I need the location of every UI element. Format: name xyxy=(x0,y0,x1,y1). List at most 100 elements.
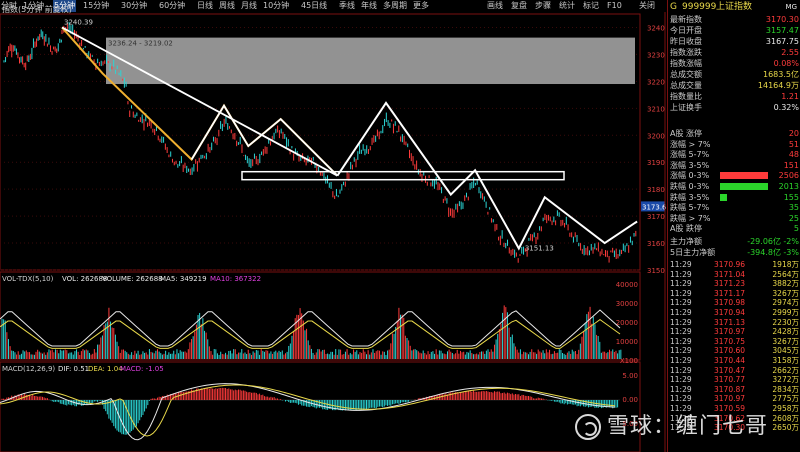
volume-tick-label: 20000 xyxy=(616,319,638,327)
macd-tick-label: 5.00 xyxy=(622,372,638,380)
tick-price: 3170.94 xyxy=(714,308,746,317)
price-tick-label: 3220 xyxy=(647,78,665,86)
volume-tick-label: 30000 xyxy=(616,300,638,308)
price-tick-label: 3210 xyxy=(647,105,665,113)
tick-row: 11:29 3171.17 3267万 xyxy=(670,289,799,299)
flow-value: -29.06亿 xyxy=(747,237,781,246)
breadth-bar xyxy=(720,193,727,201)
stat-label: 今日开盘 xyxy=(670,26,702,35)
security-code: 999999 xyxy=(682,2,717,12)
support-box xyxy=(241,170,565,181)
breadth-value: 48 xyxy=(788,150,799,160)
tick-volume: 3272万 xyxy=(772,375,799,385)
tick-price: 3171.23 xyxy=(714,279,746,289)
macd-indicator-name: MACD(12,26,9) xyxy=(2,365,55,373)
tick-volume: 2974万 xyxy=(772,298,799,308)
stat-row: 昨日收盘 3167.75 xyxy=(670,36,799,47)
title-prefix: G xyxy=(670,2,677,12)
tick-volume: 3882万 xyxy=(772,279,799,289)
chart-title: 指数(5分钟 前复权) xyxy=(2,4,72,14)
stat-label: 最新指数 xyxy=(670,15,702,24)
tick-price: 3170.75 xyxy=(714,336,746,346)
tick-row: 11:29 3170.75 3267万 xyxy=(670,337,799,347)
tick-row: 11:29 3170.96 1918万 xyxy=(670,260,799,270)
stat-label: 指数涨跌 xyxy=(670,48,702,57)
macd-dea-value: DEA: 1.04 xyxy=(88,365,123,373)
breadth-row: A股 涨停 20 xyxy=(670,128,799,139)
tick-time: 11:29 xyxy=(670,317,692,327)
capital-flow-row: 5日主力净额 -394.8亿 -3% xyxy=(670,247,799,258)
stat-row: 上证换手 0.32% xyxy=(670,102,799,113)
breadth-label: 涨幅 5-7% xyxy=(670,150,710,160)
tick-volume: 2608万 xyxy=(772,413,799,423)
volume-value: VOLUME: 262688 xyxy=(102,275,163,283)
price-tick-label: 3170 xyxy=(647,213,665,221)
breadth-row: 跌幅 > 7% 25 xyxy=(670,213,799,224)
macd-value: MACD: -1.05 xyxy=(120,365,164,373)
tick-volume: 1918万 xyxy=(772,260,799,269)
volume-tick-label: 10000 xyxy=(616,338,638,346)
price-tick-label: 3240 xyxy=(647,24,665,32)
breadth-value: 51 xyxy=(788,139,799,149)
stat-row: 指数涨幅 0.08% xyxy=(670,58,799,69)
tick-price: 3170.44 xyxy=(714,356,746,365)
tick-row: 11:29 3170.97 2775万 xyxy=(670,394,799,404)
volume-tick-label: X100 xyxy=(620,357,638,365)
tick-price: 3170.97 xyxy=(714,327,746,337)
breadth-row: 跌幅 3-5% 155 xyxy=(670,192,799,203)
price-tick-label: 3200 xyxy=(647,132,665,140)
watermark-text: 雪球：缠门七哥 xyxy=(607,414,769,439)
price-tick-label: 3160 xyxy=(647,240,665,248)
stat-row: 最新指数 3170.30 xyxy=(670,14,799,25)
volume-panel-frame xyxy=(0,271,641,361)
tick-row: 11:29 3170.98 2974万 xyxy=(670,298,799,308)
breadth-value: 35 xyxy=(788,203,799,213)
quote-panel: G 999999 上证指数 MG 最新指数 3170.30 今日开盘 3157.4… xyxy=(667,0,800,452)
tick-time: 11:29 xyxy=(670,279,692,289)
stat-value: 3157.47 xyxy=(765,26,799,35)
tick-volume: 2564万 xyxy=(772,269,799,279)
stat-value: 3167.75 xyxy=(765,37,799,46)
tick-time: 11:29 xyxy=(670,298,692,308)
tick-time: 11:29 xyxy=(670,365,692,375)
breadth-value: 155 xyxy=(783,192,799,202)
tick-time: 11:29 xyxy=(670,269,692,279)
snowball-logo-icon xyxy=(575,414,601,440)
chart-area[interactable]: 3240 3230 3220 3210 3200 3190 3180 3170 3160 3150… xyxy=(0,0,667,452)
current-price-tag: 3173.6 xyxy=(642,203,667,211)
breadth-label: 涨幅 > 7% xyxy=(670,139,711,149)
stat-row: 总成交量 14164.9万 xyxy=(670,80,799,91)
breadth-row: 跌幅 5-7% 35 xyxy=(670,202,799,213)
tick-time: 11:29 xyxy=(670,336,692,346)
breadth-label: 跌幅 3-5% xyxy=(670,192,710,202)
tick-time: 11:29 xyxy=(670,375,692,385)
flow-label: 主力净额 xyxy=(670,237,702,246)
tick-volume: 2999万 xyxy=(772,308,799,317)
security-name: 上证指数 xyxy=(716,2,753,12)
volume-indicator-name: VOL-TDX(5,10) xyxy=(2,275,54,283)
tick-row: 11:29 3171.13 2230万 xyxy=(670,318,799,328)
high-price-label: 3240.39 xyxy=(64,18,93,26)
breadth-value: 20 xyxy=(788,129,799,138)
tick-row: 11:29 3170.87 2834万 xyxy=(670,385,799,395)
macd-dif-line xyxy=(0,383,616,441)
tick-row: 11:29 3170.77 3272万 xyxy=(670,375,799,385)
tick-volume: 3158万 xyxy=(772,356,799,365)
tick-price: 3170.60 xyxy=(714,346,746,356)
tick-row: 11:29 3170.97 2428万 xyxy=(670,327,799,337)
breadth-label: 跌幅 0-3% xyxy=(670,182,710,191)
tick-time: 11:29 xyxy=(670,260,692,269)
tick-volume: 2230万 xyxy=(772,317,799,327)
tick-volume: 3267万 xyxy=(772,336,799,346)
tick-time: 11:29 xyxy=(670,384,692,394)
tick-volume: 2775万 xyxy=(772,394,799,404)
price-tick-label: 3180 xyxy=(647,186,665,194)
breadth-bar xyxy=(720,183,768,190)
stat-row: 指数量比 1.21 xyxy=(670,91,799,102)
stat-value: 0.08% xyxy=(773,59,799,68)
vol-value: VOL: 262688 xyxy=(62,275,107,283)
flow-pct: -3% xyxy=(783,248,799,257)
breadth-label: 跌幅 5-7% xyxy=(670,203,710,213)
breadth-bar xyxy=(720,172,768,180)
tick-price: 3170.98 xyxy=(714,298,746,308)
